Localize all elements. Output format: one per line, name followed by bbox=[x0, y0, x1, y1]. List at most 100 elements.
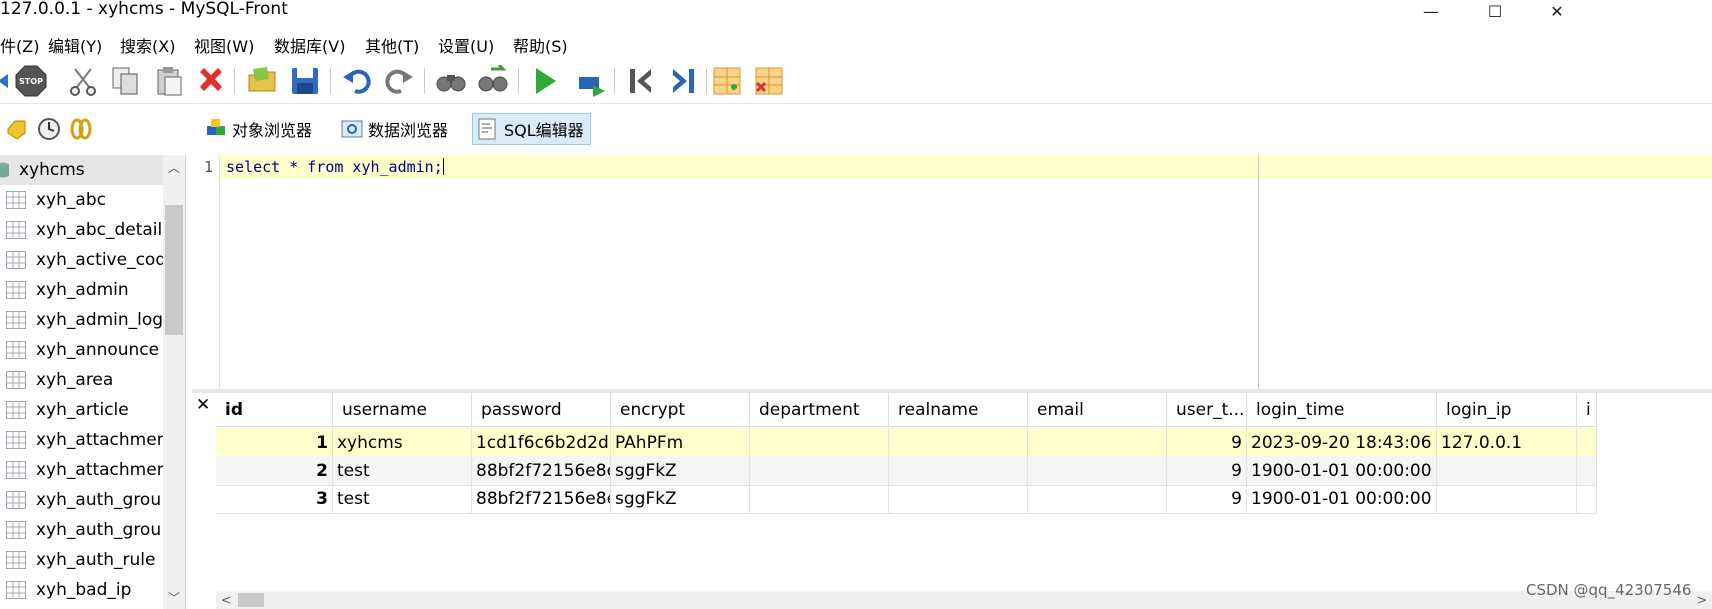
table-cell[interactable] bbox=[1437, 484, 1577, 514]
copy-icon[interactable] bbox=[108, 64, 142, 98]
run-icon[interactable] bbox=[528, 64, 562, 98]
menu-search[interactable]: 搜索(X) bbox=[120, 33, 175, 57]
column-header[interactable]: encrypt bbox=[611, 393, 750, 427]
table-cell[interactable]: 2 bbox=[216, 456, 333, 486]
undo-icon[interactable] bbox=[340, 64, 374, 98]
find-icon[interactable] bbox=[434, 64, 468, 98]
table-row[interactable]: 1xyhcms1cd1f6c6b2d2db5PAhPFm 92023-09-20 … bbox=[216, 428, 1597, 458]
menu-edit[interactable]: 编辑(Y) bbox=[48, 33, 102, 57]
menu-other[interactable]: 其他(T) bbox=[365, 33, 419, 57]
table-cell[interactable]: 2023-09-20 18:43:06 bbox=[1247, 428, 1437, 458]
scroll-left-icon[interactable]: < bbox=[216, 591, 236, 609]
back-icon[interactable] bbox=[0, 64, 14, 98]
table-cell[interactable]: 1 bbox=[216, 428, 333, 458]
table-cell[interactable] bbox=[1437, 456, 1577, 486]
tree-item-table[interactable]: xyh_admin bbox=[0, 275, 164, 305]
tree-item-table[interactable]: xyh_active_cod bbox=[0, 245, 166, 275]
tree-item-table[interactable]: xyh_article bbox=[0, 395, 164, 425]
table-cell[interactable]: PAhPFm bbox=[611, 428, 750, 458]
table-cell[interactable] bbox=[750, 484, 889, 514]
first-record-icon[interactable] bbox=[624, 64, 658, 98]
column-header[interactable]: department bbox=[750, 393, 889, 427]
scroll-right-icon[interactable]: > bbox=[1692, 591, 1712, 609]
menu-settings[interactable]: 设置(U) bbox=[438, 33, 494, 57]
close-results-icon[interactable]: ✕ bbox=[196, 395, 210, 415]
history-icon[interactable] bbox=[36, 116, 62, 142]
sql-code[interactable]: select * from xyh_admin; bbox=[226, 158, 444, 176]
tree-item-table[interactable]: xyh_announce bbox=[0, 335, 164, 365]
tree-root-database[interactable]: xyhcms bbox=[0, 155, 185, 185]
menu-file[interactable]: 件(Z) bbox=[0, 33, 39, 57]
tree-item-table[interactable]: xyh_attachmen bbox=[0, 455, 167, 485]
delete-record-icon[interactable] bbox=[752, 64, 786, 98]
column-header[interactable]: realname bbox=[889, 393, 1028, 427]
save-icon[interactable] bbox=[288, 64, 322, 98]
column-header[interactable]: login_time bbox=[1247, 393, 1437, 427]
column-header[interactable]: username bbox=[333, 393, 472, 427]
cut-icon[interactable] bbox=[66, 64, 100, 98]
last-record-icon[interactable] bbox=[666, 64, 700, 98]
tree-item-table[interactable]: xyh_auth_grou bbox=[0, 485, 164, 515]
tree-item-table[interactable]: xyh_area bbox=[0, 365, 164, 395]
paste-icon[interactable] bbox=[152, 64, 186, 98]
table-cell[interactable]: 1900-01-01 00:00:00 bbox=[1247, 484, 1437, 514]
table-cell[interactable]: 1cd1f6c6b2d2db5 bbox=[472, 428, 611, 458]
table-cell[interactable]: 1900-01-01 00:00:00 bbox=[1247, 456, 1437, 486]
table-cell[interactable]: 127.0.0.1 bbox=[1437, 428, 1577, 458]
tree-item-table[interactable]: xyh_abc bbox=[0, 185, 164, 215]
stop-icon[interactable]: STOP bbox=[14, 64, 48, 98]
links-icon[interactable] bbox=[68, 116, 94, 142]
column-header[interactable]: login_ip bbox=[1437, 393, 1577, 427]
tree-scroll-thumb[interactable] bbox=[165, 205, 183, 335]
table-cell[interactable]: 9 bbox=[1167, 428, 1247, 458]
table-cell[interactable] bbox=[1577, 484, 1597, 514]
close-button[interactable]: ✕ bbox=[1532, 0, 1582, 22]
table-cell[interactable]: 9 bbox=[1167, 456, 1247, 486]
table-row[interactable]: 3test88bf2f72156e8e2sggFkZ 91900-01-01 00… bbox=[216, 484, 1597, 514]
table-cell[interactable] bbox=[1577, 428, 1597, 458]
maximize-button[interactable]: ☐ bbox=[1470, 0, 1520, 22]
redo-icon[interactable] bbox=[382, 64, 416, 98]
table-cell[interactable]: 88bf2f72156e8e2 bbox=[472, 484, 611, 514]
tab-sql-editor[interactable]: SQL编辑器 bbox=[472, 113, 591, 145]
table-row[interactable]: 2test88bf2f72156e8e2sggFkZ 91900-01-01 00… bbox=[216, 456, 1597, 486]
column-header[interactable]: user_t... bbox=[1167, 393, 1247, 427]
column-header[interactable]: i bbox=[1577, 393, 1597, 427]
table-cell[interactable] bbox=[1577, 456, 1597, 486]
table-cell[interactable] bbox=[1028, 428, 1167, 458]
column-header[interactable]: email bbox=[1028, 393, 1167, 427]
grid-scroll-thumb[interactable] bbox=[238, 593, 264, 607]
scroll-down-icon[interactable]: ﹀ bbox=[163, 587, 185, 607]
table-cell[interactable] bbox=[889, 428, 1028, 458]
delete-icon[interactable] bbox=[194, 64, 228, 98]
tree-item-table[interactable]: xyh_bad_ip bbox=[0, 575, 164, 605]
minimize-button[interactable]: — bbox=[1406, 0, 1456, 22]
table-cell[interactable]: xyhcms bbox=[333, 428, 472, 458]
insert-record-icon[interactable] bbox=[710, 64, 744, 98]
tree-item-table[interactable]: xyh_abc_detail bbox=[0, 215, 164, 245]
table-cell[interactable] bbox=[889, 484, 1028, 514]
column-header[interactable]: id bbox=[216, 393, 333, 427]
table-cell[interactable] bbox=[889, 456, 1028, 486]
tree-scrollbar[interactable]: ︿ ﹀ bbox=[163, 155, 185, 609]
table-cell[interactable]: 88bf2f72156e8e2 bbox=[472, 456, 611, 486]
scroll-up-icon[interactable]: ︿ bbox=[163, 157, 185, 177]
table-cell[interactable] bbox=[750, 456, 889, 486]
table-cell[interactable]: sggFkZ bbox=[611, 456, 750, 486]
menu-view[interactable]: 视图(W) bbox=[194, 33, 254, 57]
grid-horizontal-scrollbar[interactable]: < > bbox=[216, 591, 1712, 609]
tab-data-browser[interactable]: 数据浏览器 bbox=[336, 113, 455, 145]
table-cell[interactable]: 9 bbox=[1167, 484, 1247, 514]
tree-item-table[interactable]: xyh_auth_grou bbox=[0, 515, 164, 545]
table-cell[interactable] bbox=[750, 428, 889, 458]
run-selection-icon[interactable] bbox=[574, 64, 608, 98]
column-header[interactable]: password bbox=[472, 393, 611, 427]
tree-item-table[interactable]: xyh_auth_rule bbox=[0, 545, 164, 575]
replace-icon[interactable] bbox=[476, 64, 510, 98]
table-cell[interactable]: test bbox=[333, 484, 472, 514]
table-cell[interactable] bbox=[1028, 484, 1167, 514]
table-cell[interactable]: sggFkZ bbox=[611, 484, 750, 514]
sql-editor[interactable]: 1 select * from xyh_admin; bbox=[192, 155, 1712, 389]
tab-object-browser[interactable]: 对象浏览器 bbox=[200, 113, 319, 145]
favorites-icon[interactable] bbox=[4, 116, 30, 142]
